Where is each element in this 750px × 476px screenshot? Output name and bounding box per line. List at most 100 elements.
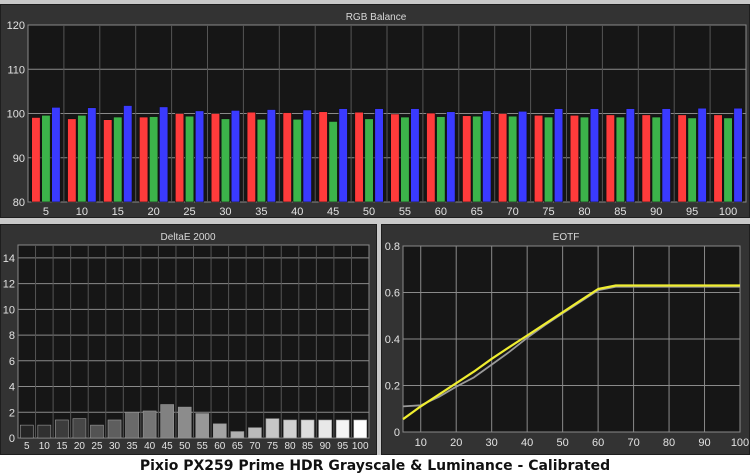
- rgb-x-tick-label: 45: [327, 206, 339, 218]
- deltae-bar: [195, 413, 210, 439]
- rgb-bar-green: [220, 118, 230, 203]
- rgb-bar-blue: [482, 110, 492, 203]
- deltae-bar: [318, 419, 332, 439]
- deltae-bar: [90, 424, 104, 439]
- rgb-bar-blue: [266, 109, 276, 203]
- rgb-bar-green: [77, 114, 87, 203]
- rgb-bar-red: [67, 118, 77, 203]
- deltae-bar: [300, 419, 315, 439]
- deltae-x-tick-label: 15: [56, 441, 68, 452]
- rgb-bar-green: [472, 115, 482, 203]
- rgb-bar-green: [256, 118, 266, 203]
- rgb-bar-blue: [338, 108, 348, 203]
- deltae-y-tick-label: 4: [9, 382, 15, 394]
- rgb-bar-blue: [446, 111, 456, 203]
- rgb-x-tick-label: 65: [471, 206, 483, 218]
- deltae-x-tick-label: 80: [284, 441, 296, 452]
- rgb-bar-red: [498, 113, 508, 203]
- deltae-bar: [125, 411, 139, 439]
- deltae-y-tick-label: 12: [3, 279, 15, 291]
- rgb-bar-red: [31, 117, 41, 203]
- deltae-x-tick-label: 100: [352, 441, 369, 452]
- deltae-x-tick-label: 95: [337, 441, 349, 452]
- deltae-x-tick-label: 70: [249, 441, 261, 452]
- rgb-bar-blue: [733, 107, 743, 203]
- rgb-bar-green: [723, 117, 733, 203]
- rgb-x-tick-label: 60: [435, 206, 447, 218]
- rgb-bar-red: [641, 114, 651, 203]
- rgb-y-tick-label: 80: [13, 197, 25, 209]
- rgb-bar-red: [390, 113, 400, 203]
- eotf-y-tick-label: 0.4: [385, 334, 400, 346]
- deltae-bar: [230, 431, 245, 439]
- deltae-bar: [177, 406, 192, 439]
- rgb-bar-blue: [195, 110, 205, 203]
- rgb-bar-red: [569, 114, 580, 203]
- eotf-x-tick-label: 50: [557, 437, 569, 449]
- deltae-bar: [37, 424, 52, 439]
- rgb-bar-blue: [159, 106, 169, 203]
- rgb-x-tick-label: 80: [578, 206, 590, 218]
- deltae-chart: DeltaE 2000 0 2 4 6 8 10 12 14 5 10 15 20 25 30 35 40 45…: [3, 232, 370, 452]
- deltae-x-tick-label: 50: [179, 441, 191, 452]
- eotf-title: EOTF: [553, 232, 580, 243]
- rgb-x-tick-label: 70: [507, 206, 519, 218]
- rgb-bar-red: [282, 112, 292, 203]
- rgb-x-tick-label: 85: [614, 206, 626, 218]
- deltae-x-tick-label: 5: [24, 441, 30, 452]
- eotf-y-tick-label: 0.2: [385, 381, 400, 393]
- rgb-x-tick-label: 75: [542, 206, 554, 218]
- deltae-bar: [248, 427, 262, 439]
- rgb-bar-green: [687, 117, 697, 203]
- rgb-bar-red: [103, 119, 113, 203]
- rgb-bar-blue: [661, 108, 671, 203]
- deltae-x-tick-label: 35: [127, 441, 139, 452]
- rgb-bar-green: [149, 116, 159, 203]
- deltae-x-tick-label: 85: [302, 441, 314, 452]
- rgb-bar-green: [508, 115, 518, 203]
- rgb-bar-green: [400, 116, 410, 203]
- deltae-bar: [160, 404, 174, 439]
- rgb-bar-red: [139, 116, 149, 203]
- deltae-y-tick-label: 2: [9, 407, 15, 419]
- rgb-x-tick-label: 55: [399, 206, 411, 218]
- rgb-bar-blue: [123, 105, 133, 203]
- deltae-panel: DeltaE 2000 0 2 4 6 8 10 12 14 5 10 15 20 25 30 35 40 45…: [0, 224, 377, 455]
- rgb-bar-red: [210, 113, 220, 203]
- deltae-x-tick-label: 90: [320, 441, 332, 452]
- deltae-x-tick-label: 10: [39, 441, 51, 452]
- rgb-y-tick-label: 120: [7, 20, 25, 32]
- rgb-bar-red: [318, 111, 328, 203]
- eotf-x-tick-label: 100: [731, 437, 749, 449]
- eotf-x-tick-label: 90: [698, 437, 710, 449]
- rgb-bar-blue: [625, 108, 635, 203]
- rgb-bar-red: [462, 115, 472, 203]
- rgb-x-tick-label: 10: [76, 206, 88, 218]
- deltae-x-tick-label: 75: [267, 441, 279, 452]
- eotf-y-tick-label: 0.8: [385, 241, 400, 253]
- rgb-bar-green: [328, 121, 338, 203]
- deltae-x-tick-label: 20: [74, 441, 86, 452]
- rgb-bar-blue: [410, 108, 420, 203]
- rgb-bar-red: [677, 114, 687, 203]
- rgb-x-tick-label: 20: [148, 206, 160, 218]
- deltae-title: DeltaE 2000: [160, 232, 215, 243]
- rgb-bar-red: [605, 114, 615, 203]
- rgb-balance-title: RGB Balance: [346, 12, 407, 23]
- deltae-x-tick-label: 45: [162, 441, 174, 452]
- rgb-bar-green: [615, 116, 625, 203]
- deltae-y-tick-label: 10: [3, 304, 15, 316]
- deltae-bar: [265, 418, 280, 439]
- eotf-y-tick-label: 0.6: [385, 288, 400, 300]
- eotf-chart: EOTF 0 0.2 0.4 0.6 0.8 10 20 30 40 50 60 70 80 90 100: [385, 232, 749, 449]
- rgb-x-tick-label: 5: [43, 206, 49, 218]
- rgb-bar-green: [292, 118, 302, 203]
- rgb-bar-red: [533, 114, 544, 203]
- deltae-x-tick-label: 65: [232, 441, 244, 452]
- rgb-y-tick-label: 100: [7, 109, 25, 121]
- rgb-y-tick-label: 90: [13, 153, 25, 165]
- eotf-x-tick-label: 30: [486, 437, 498, 449]
- rgb-bar-blue: [230, 110, 240, 203]
- deltae-x-tick-label: 55: [197, 441, 209, 452]
- rgb-x-tick-label: 15: [112, 206, 124, 218]
